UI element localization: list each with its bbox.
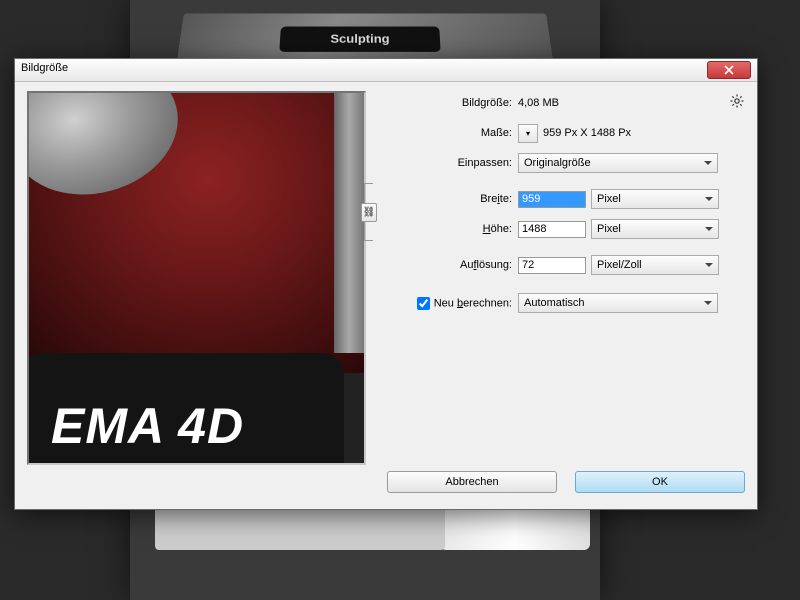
close-button[interactable]	[707, 61, 751, 79]
resample-label: Neu berechnen:	[382, 297, 518, 310]
form-area: Bildgröße: 4,08 MB Maße: ▾ 959 Px X 1488…	[382, 91, 745, 463]
resolution-input[interactable]	[518, 257, 586, 274]
height-unit-select[interactable]: Pixel	[591, 219, 719, 239]
fit-to-label: Einpassen:	[382, 157, 518, 169]
image-size-dialog: Bildgröße EMA 4D Bildgröße: 4,08 MB Maße…	[14, 58, 758, 510]
resample-method-select[interactable]: Automatisch	[518, 293, 718, 313]
dialog-title: Bildgröße	[21, 62, 68, 74]
preview-text: EMA 4D	[51, 397, 244, 455]
dialog-titlebar[interactable]: Bildgröße	[15, 59, 757, 82]
bg-sculpting-label: Sculpting	[279, 27, 440, 52]
dimensions-label: Maße:	[382, 127, 518, 139]
resample-checkbox[interactable]	[417, 297, 430, 310]
width-input[interactable]	[518, 191, 586, 208]
settings-menu-button[interactable]	[729, 93, 745, 109]
close-icon	[724, 65, 734, 75]
constrain-proportions-toggle[interactable]: ⛓	[361, 203, 377, 222]
cancel-button[interactable]: Abbrechen	[387, 471, 557, 493]
dimensions-value: 959 Px X 1488 Px	[543, 127, 631, 139]
link-icon: ⛓	[363, 207, 376, 218]
size-label: Bildgröße:	[382, 97, 518, 109]
size-value: 4,08 MB	[518, 97, 559, 109]
ok-button[interactable]: OK	[575, 471, 745, 493]
preview-thumbnail[interactable]: EMA 4D	[27, 91, 366, 465]
resolution-label: Auflösung:	[382, 259, 518, 271]
width-label: Breite:	[382, 193, 518, 205]
height-label: Höhe:	[382, 223, 518, 235]
dimensions-unit-dropdown[interactable]: ▾	[518, 124, 538, 143]
gear-icon	[729, 93, 745, 109]
resolution-unit-select[interactable]: Pixel/Zoll	[591, 255, 719, 275]
fit-to-select[interactable]: Originalgröße	[518, 153, 718, 173]
width-unit-select[interactable]: Pixel	[591, 189, 719, 209]
height-input[interactable]	[518, 221, 586, 238]
